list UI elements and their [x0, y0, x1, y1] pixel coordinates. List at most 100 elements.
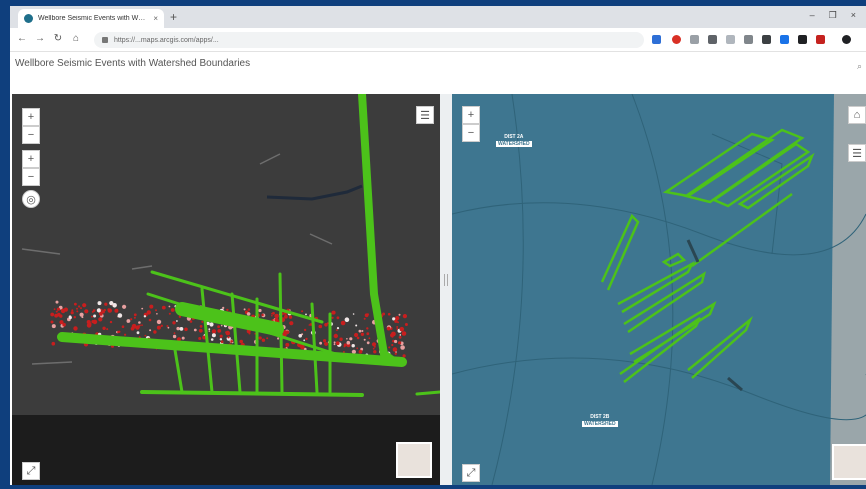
seismic-event-point [371, 342, 377, 347]
seismic-event-point [55, 300, 59, 304]
seismic-event-point [91, 315, 93, 318]
seismic-event-point [360, 332, 365, 336]
seismic-event-point [73, 316, 76, 319]
seismic-event-point [96, 308, 101, 313]
extension-crimson-icon[interactable] [816, 35, 825, 44]
scene-zoom-out-button[interactable]: − [22, 126, 40, 144]
map-zoom-out-button[interactable]: − [462, 124, 480, 142]
forward-arrow-icon[interactable]: → [34, 33, 46, 44]
seismic-event-point [349, 337, 353, 341]
seismic-event-point [211, 329, 217, 334]
seismic-event-point [117, 330, 120, 334]
browser-tab[interactable]: Wellbore Seismic Events with W… × [18, 9, 164, 28]
seismic-event-point [109, 301, 114, 306]
seismic-event-point [106, 328, 109, 331]
extension-tile-icon[interactable] [798, 35, 807, 44]
seismic-event-point [141, 307, 144, 310]
seismic-event-point [56, 307, 61, 311]
address-bar-url: https://...maps.arcgis.com/apps/... [114, 36, 219, 44]
scene-view-3d[interactable]: + − + − ◎ ☰ ⤢ [12, 94, 440, 485]
new-tab-button[interactable]: + [170, 10, 177, 24]
map-basemap-toggle[interactable] [832, 444, 866, 480]
extension-dark-icon[interactable] [708, 35, 717, 44]
close-window-button[interactable]: × [851, 10, 856, 21]
seismic-event-point [246, 312, 251, 316]
profile-avatar[interactable] [842, 35, 851, 44]
seismic-event-point [146, 310, 151, 315]
seismic-event-point [53, 308, 56, 311]
map-zoom-in-button[interactable]: + [462, 106, 480, 124]
wellbore-laterals [600, 128, 815, 383]
seismic-event-point [84, 309, 89, 314]
maximize-button[interactable]: ❐ [829, 10, 837, 21]
seismic-event-point [193, 328, 197, 332]
extension-gray-icon[interactable] [690, 35, 699, 44]
seismic-event-point [148, 318, 152, 322]
seismic-event-point [98, 317, 103, 322]
seismic-event-point [70, 311, 74, 315]
seismic-event-point [117, 313, 123, 318]
extension-black-icon[interactable] [762, 35, 771, 44]
scene-expand-icon[interactable]: ⤢ [22, 462, 40, 480]
seismic-event-point [271, 314, 273, 317]
seismic-event-point [153, 330, 157, 334]
split-divider[interactable] [440, 94, 452, 485]
seismic-event-point [352, 313, 355, 315]
seismic-event-point [392, 347, 398, 352]
seismic-event-point [303, 328, 307, 332]
seismic-event-point [149, 329, 152, 332]
map-expand-icon[interactable]: ⤢ [462, 464, 480, 482]
reload-icon[interactable]: ↻ [52, 33, 64, 44]
tab-close-icon[interactable]: × [153, 14, 158, 23]
watershed-label-tag: WATERSHED [496, 141, 532, 147]
seismic-event-point [366, 341, 370, 345]
compass-icon[interactable]: ◎ [22, 190, 40, 208]
seismic-event-point [201, 320, 204, 323]
scene-tilt-out-button[interactable]: − [22, 168, 40, 186]
extension-red-icon[interactable] [672, 35, 681, 44]
seismic-event-point [100, 308, 103, 311]
scene-zoom-in-button[interactable]: + [22, 108, 40, 126]
seismic-event-point [355, 324, 358, 327]
address-bar[interactable]: https://...maps.arcgis.com/apps/... [94, 32, 644, 48]
seismic-event-point [239, 339, 243, 344]
map-view-2d[interactable]: DIST 2A WATERSHED DIST 2B WATERSHED + − … [452, 94, 866, 485]
seismic-event-point [184, 327, 188, 332]
seismic-event-point [396, 326, 399, 328]
seismic-event-point [277, 337, 280, 340]
seismic-event-point [161, 305, 166, 310]
seismic-event-point [346, 338, 348, 340]
minimize-button[interactable]: – [810, 10, 815, 21]
extension-light-icon[interactable] [726, 35, 735, 44]
seismic-event-point [91, 320, 95, 324]
seismic-event-point [170, 308, 175, 312]
seismic-event-point [247, 308, 251, 311]
extension-mid-icon[interactable] [744, 35, 753, 44]
seismic-event-point [198, 337, 202, 340]
seismic-event-point [93, 314, 97, 318]
seismic-event-point [398, 335, 402, 339]
scene-tilt-in-button[interactable]: + [22, 150, 40, 168]
seismic-event-point [168, 312, 171, 315]
layer-list-icon[interactable]: ☰ [416, 106, 434, 124]
seismic-event-point [368, 337, 371, 340]
map-home-icon[interactable]: ⌂ [848, 106, 866, 124]
seismic-event-point [274, 317, 279, 322]
scene-basemap-toggle[interactable] [396, 442, 432, 478]
seismic-event-point [344, 317, 350, 322]
seismic-event-point [319, 341, 322, 345]
map-layer-icon[interactable]: ☰ [848, 144, 866, 162]
extension-blue-icon[interactable] [780, 35, 789, 44]
seismic-event-point [366, 313, 369, 316]
seismic-event-point [361, 330, 364, 332]
home-icon[interactable]: ⌂ [70, 33, 82, 44]
search-icon[interactable]: ⌕ [857, 61, 862, 72]
seismic-event-point [50, 312, 55, 317]
browser-toolbar: ← → ↻ ⌂ https://...maps.arcgis.com/apps/… [10, 28, 866, 52]
star-icon[interactable] [652, 35, 661, 44]
seismic-event-point [336, 329, 338, 331]
back-arrow-icon[interactable]: ← [16, 33, 28, 44]
seismic-event-point [230, 340, 233, 343]
seismic-event-point [394, 339, 398, 344]
seismic-event-point [333, 333, 338, 339]
